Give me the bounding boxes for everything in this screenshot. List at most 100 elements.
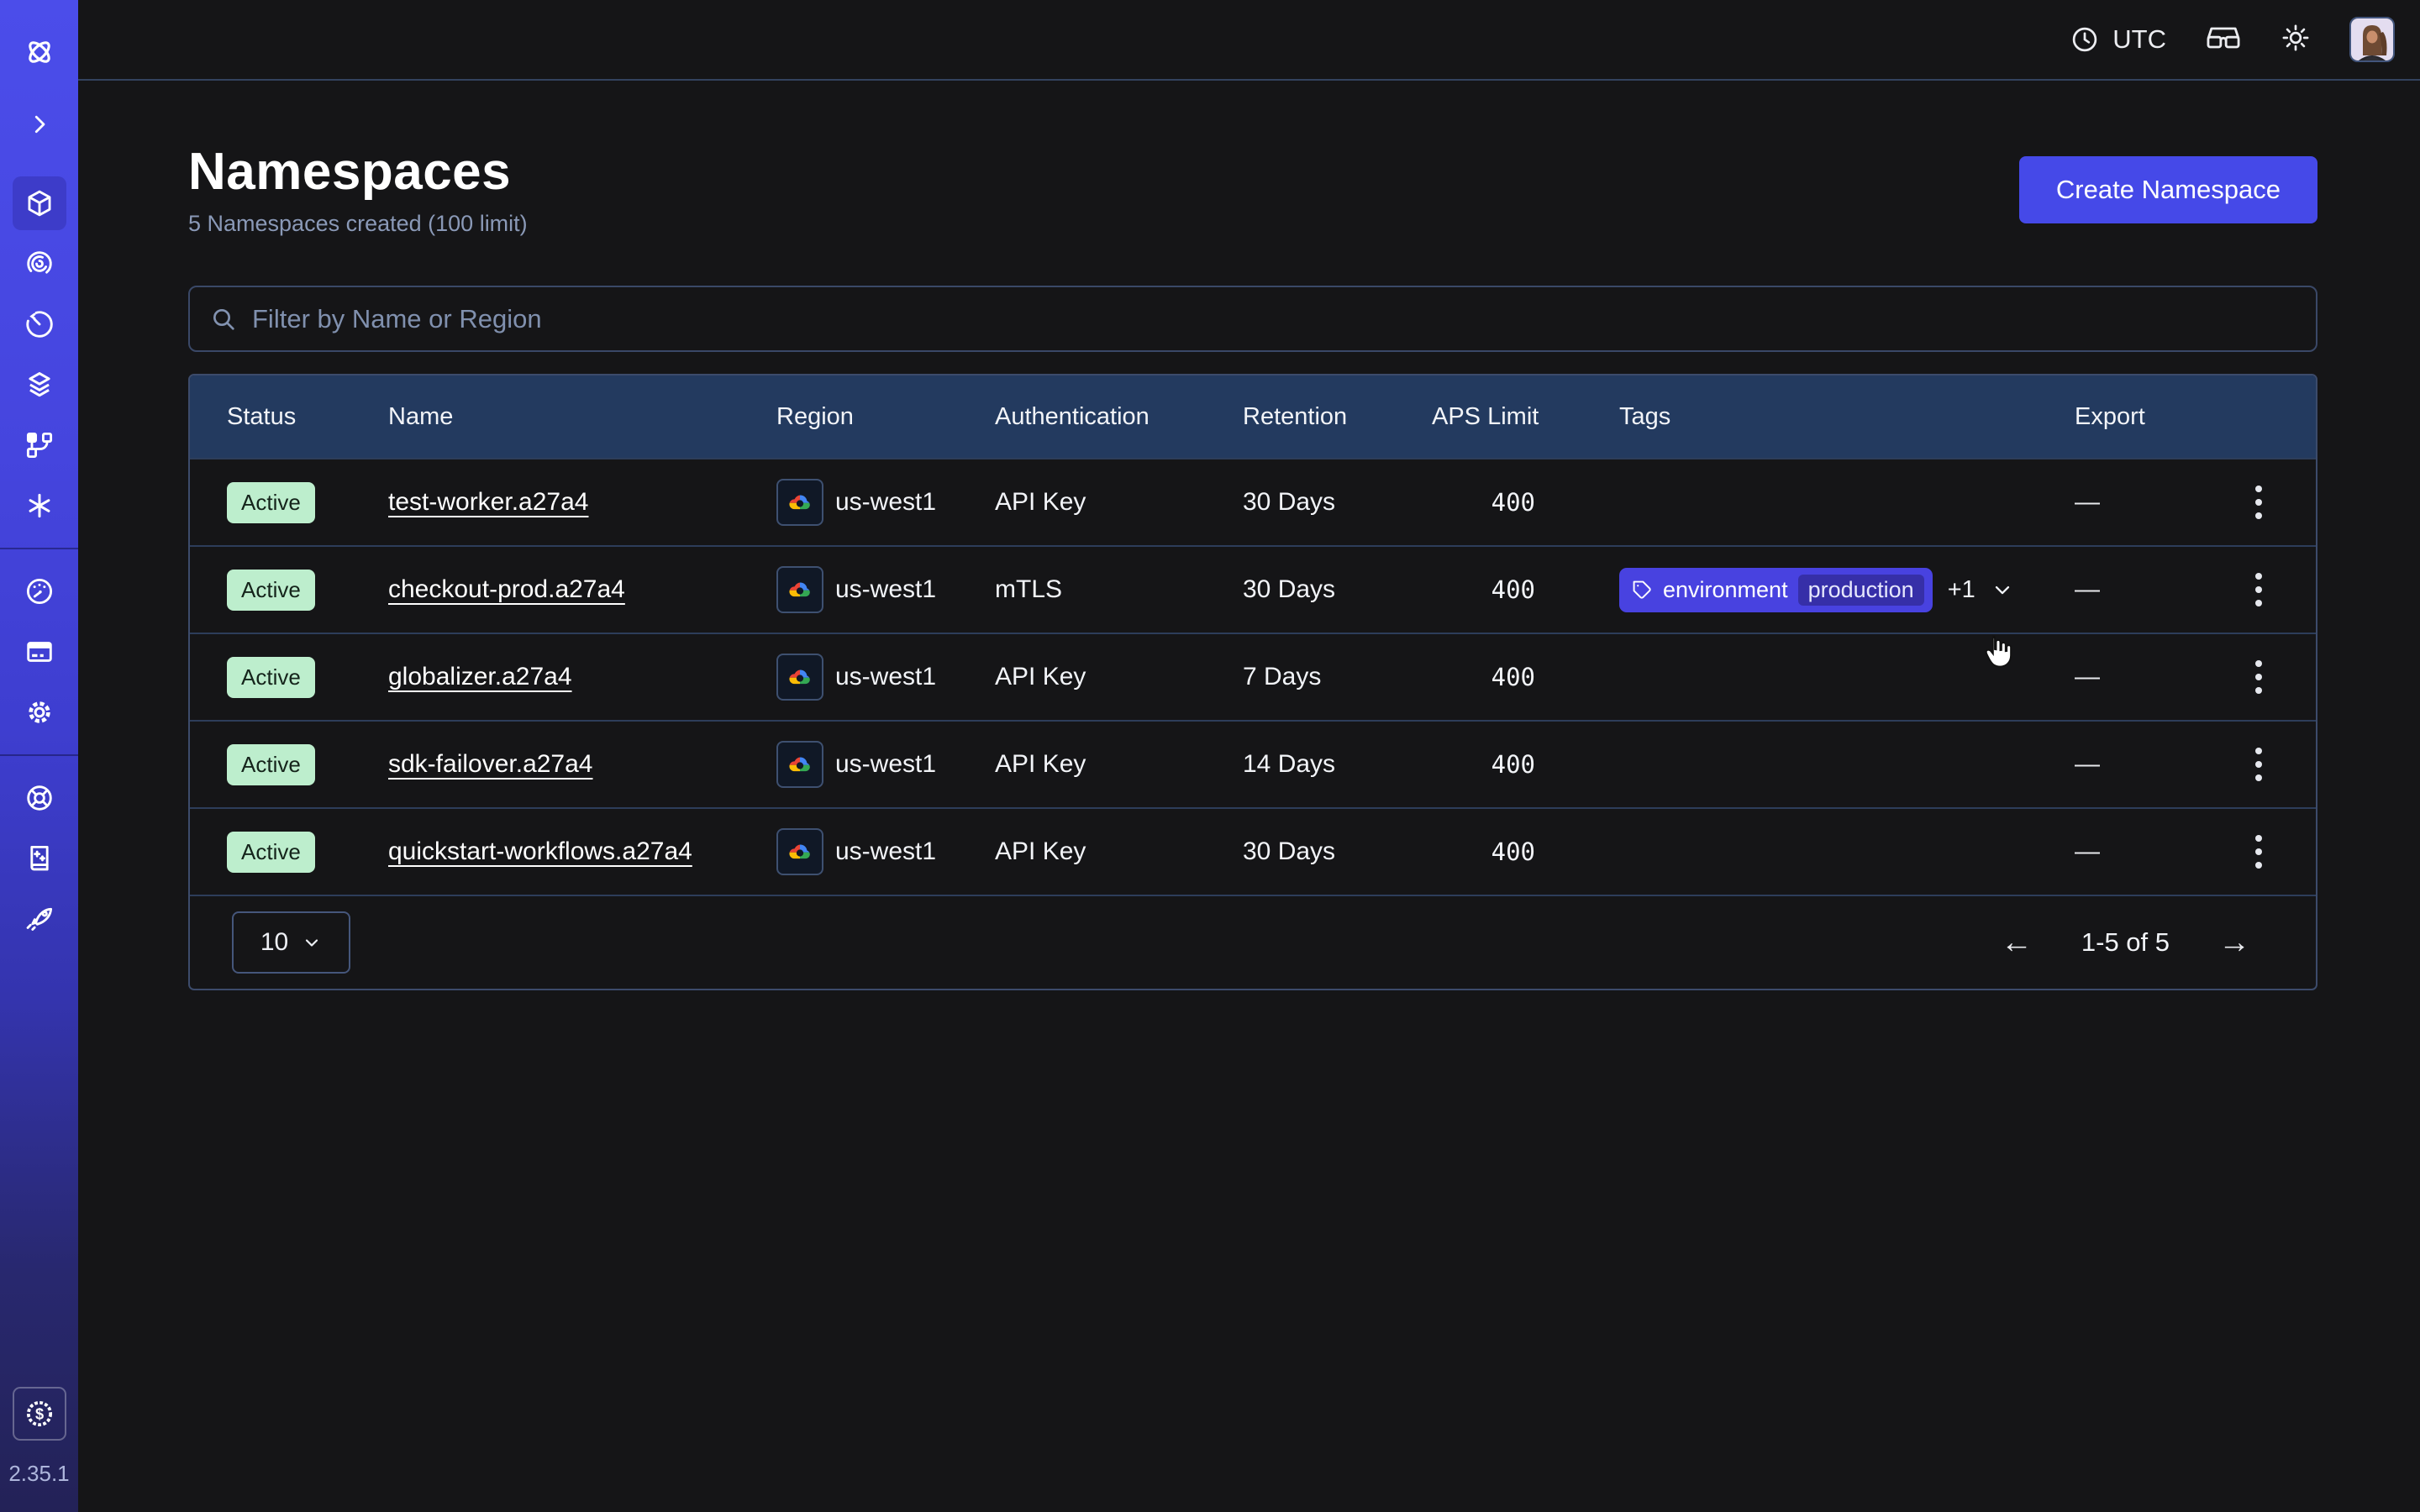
sidebar-item-deployments[interactable] [13,418,66,472]
sidebar-item-getting-started[interactable] [13,892,66,946]
row-actions-kebab-menu[interactable] [2250,655,2267,699]
status-badge: Active [227,570,315,611]
search-icon [210,306,237,333]
clock-icon [2070,24,2100,55]
schedules-timer-icon [24,308,55,340]
temporal-logo[interactable] [13,25,66,79]
aps-limit-cell: 400 [1432,750,1619,779]
page-size-select[interactable]: 10 [232,911,350,974]
aps-limit-cell: 400 [1432,488,1619,517]
region-label: us-west1 [835,488,936,517]
sidebar-usage-badge[interactable]: $ [13,1387,66,1441]
deployments-branch-icon [24,429,55,461]
tag-value: production [1798,575,1924,606]
column-header-status: Status [190,403,388,431]
timezone-label: UTC [2112,24,2166,55]
sidebar-item-billing[interactable] [13,625,66,679]
export-cell: — [2075,830,2316,874]
namespace-link[interactable]: test-worker.a27a4 [388,488,588,516]
retention-cell: 14 Days [1243,750,1432,779]
export-cell: — [2075,568,2316,612]
gcp-cloud-icon [776,479,823,526]
namespace-link[interactable]: globalizer.a27a4 [388,663,572,690]
region-label: us-west1 [835,837,936,866]
export-value: — [2075,663,2100,691]
docs-book-icon [24,843,55,874]
sidebar-item-usage[interactable] [13,564,66,618]
namespace-link[interactable]: checkout-prod.a27a4 [388,575,625,603]
status-cell: Active [190,570,388,611]
tags-cell: environment production +1 [1619,568,2075,612]
export-value: — [2075,750,2100,779]
sidebar-expand-chevron-icon[interactable] [13,97,66,151]
status-badge: Active [227,832,315,873]
column-header-tags: Tags [1619,403,2075,431]
reader-mode-button[interactable] [2205,24,2242,56]
timezone-control[interactable]: UTC [2070,24,2166,55]
gcp-cloud-icon [776,654,823,701]
export-value: — [2075,488,2100,517]
namespace-link[interactable]: sdk-failover.a27a4 [388,750,593,778]
getting-started-rocket-icon [24,903,55,935]
prev-page-button[interactable]: ← [2001,927,2033,958]
export-value: — [2075,575,2100,604]
sidebar-item-schedules[interactable] [13,297,66,351]
sidebar-divider [0,548,78,549]
create-namespace-button[interactable]: Create Namespace [2019,156,2317,223]
table-row: Active globalizer.a27a4 us-west1 API Key… [190,633,2316,720]
status-cell: Active [190,657,388,698]
sun-icon [2281,23,2311,53]
table-header-row: Status Name Region Authentication Retent… [190,375,2316,458]
row-actions-kebab-menu[interactable] [2250,743,2267,786]
row-actions-kebab-menu[interactable] [2250,830,2267,874]
tags-expand-chevron-icon[interactable] [1991,578,2014,601]
export-cell: — [2075,655,2316,699]
aps-limit-cell: 400 [1432,837,1619,866]
usage-dollar-badge-icon: $ [24,1398,55,1430]
row-actions-kebab-menu[interactable] [2250,568,2267,612]
sidebar-item-settings[interactable] [13,685,66,739]
auth-cell: API Key [995,663,1243,691]
queues-layers-icon [24,369,55,401]
region-label: us-west1 [835,575,936,604]
glasses-icon [2205,24,2242,52]
tag-key: environment [1663,577,1788,603]
sidebar-divider [0,754,78,756]
tag-icon [1631,579,1653,601]
namespaces-cube-icon [24,187,55,219]
search-input[interactable] [252,304,2296,334]
gcp-cloud-icon [776,741,823,788]
main-content: Namespaces 5 Namespaces created (100 lim… [78,81,2420,990]
sidebar-item-nexus[interactable] [13,479,66,533]
row-actions-kebab-menu[interactable] [2250,480,2267,524]
table-row: Active sdk-failover.a27a4 us-west1 API K… [190,720,2316,807]
tag-badge[interactable]: environment production [1619,568,1933,612]
page-title: Namespaces [188,143,528,201]
page-subtitle: 5 Namespaces created (100 limit) [188,211,528,237]
table-row: Active checkout-prod.a27a4 us-west1 mTLS… [190,545,2316,633]
aps-limit-cell: 400 [1432,663,1619,691]
page-size-value: 10 [260,928,288,957]
page-range-label: 1-5 of 5 [2081,927,2170,958]
name-cell: checkout-prod.a27a4 [388,575,776,604]
column-header-retention: Retention [1243,403,1432,431]
namespace-link[interactable]: quickstart-workflows.a27a4 [388,837,692,865]
sidebar-item-docs[interactable] [13,832,66,885]
avatar[interactable] [2349,17,2395,62]
filter-searchbar [188,286,2317,352]
sidebar-item-task-queues[interactable] [13,358,66,412]
sidebar-item-namespaces[interactable] [13,176,66,230]
next-page-button[interactable]: → [2218,927,2250,958]
table-body: Active test-worker.a27a4 us-west1 API Ke… [190,458,2316,895]
region-cell: us-west1 [776,566,995,613]
export-cell: — [2075,743,2316,786]
topbar: UTC [78,0,2420,81]
status-cell: Active [190,832,388,873]
sidebar-item-support[interactable] [13,771,66,825]
theme-toggle-button[interactable] [2281,23,2311,57]
gcp-cloud-icon [776,566,823,613]
auth-cell: API Key [995,837,1243,866]
sidebar-item-workflows[interactable] [13,237,66,291]
app-version: 2.35.1 [8,1461,69,1487]
region-cell: us-west1 [776,654,995,701]
